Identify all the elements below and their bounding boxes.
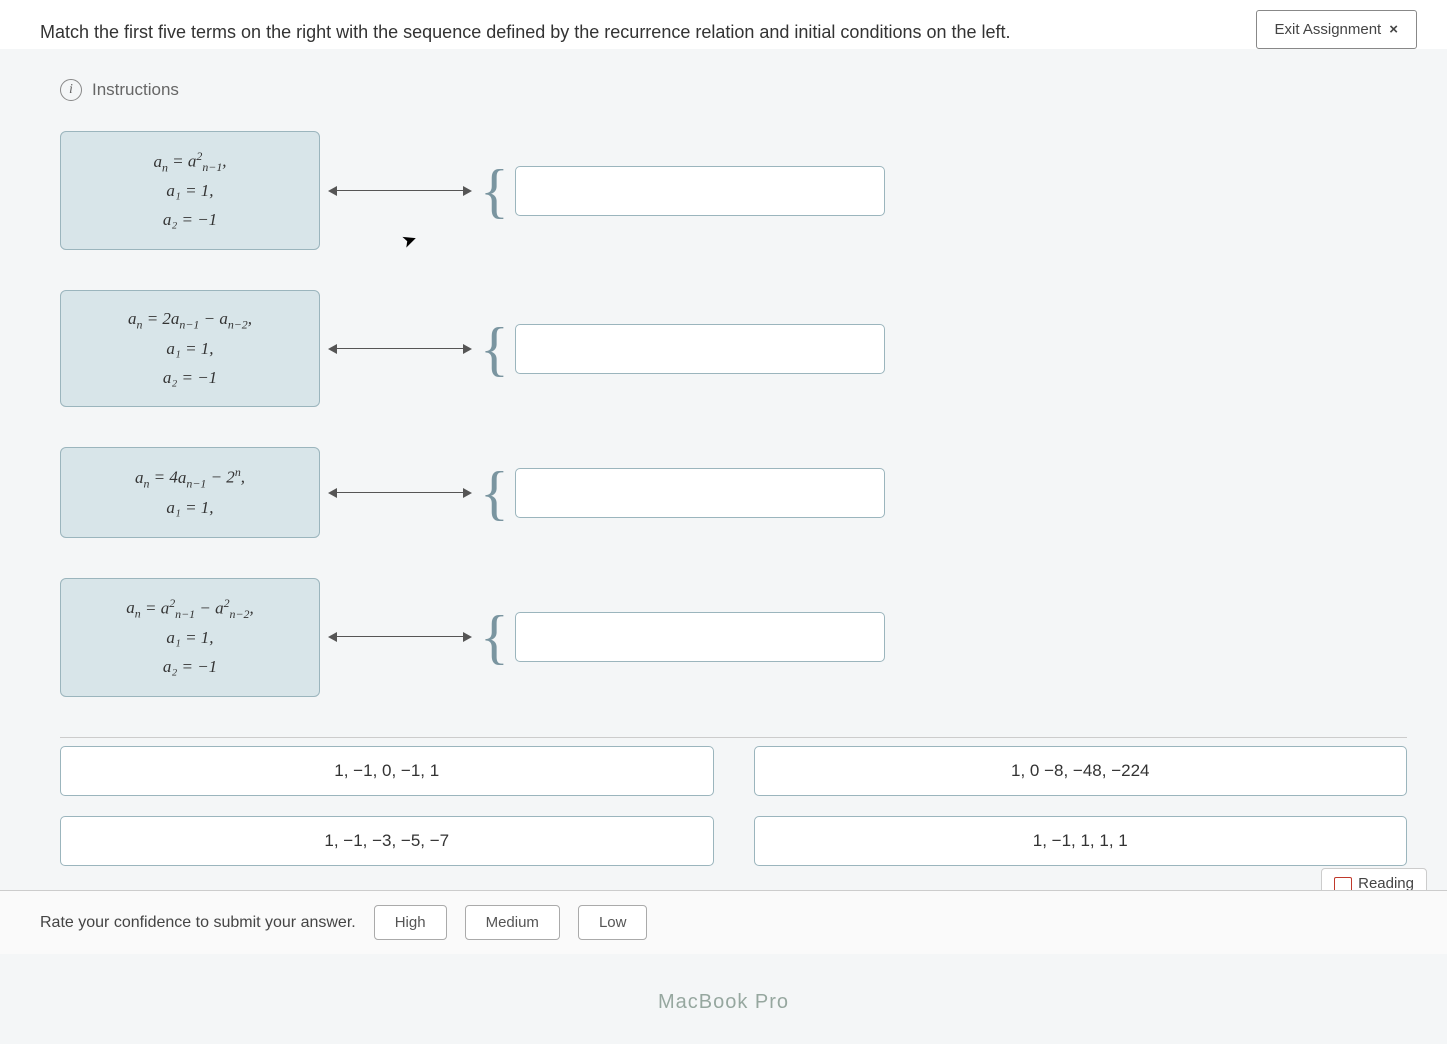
recurrence-box-3[interactable]: an = 4an−1 − 2n, a₁ = 1, — [60, 447, 320, 537]
recurrence-line: a₁ = 1, — [71, 177, 309, 206]
book-icon — [1334, 877, 1352, 891]
recurrence-line: an = a2n−1 − a2n−2, — [71, 593, 309, 624]
confidence-high-button[interactable]: High — [374, 905, 447, 940]
drop-target-4[interactable] — [515, 612, 885, 662]
drop-target-3[interactable] — [515, 468, 885, 518]
answer-chip-4[interactable]: 1, −1, 1, 1, 1 — [754, 816, 1408, 866]
exit-assignment-button[interactable]: Exit Assignment × — [1256, 10, 1417, 49]
brace-icon: { — [480, 622, 509, 652]
match-row-1: an = a2n−1, a₁ = 1, a₂ = −1 { — [60, 131, 1407, 250]
recurrence-box-4[interactable]: an = a2n−1 − a2n−2, a₁ = 1, a₂ = −1 — [60, 578, 320, 697]
drop-target-2[interactable] — [515, 324, 885, 374]
top-bar: Match the first five terms on the right … — [0, 0, 1447, 49]
confidence-bar: Rate your confidence to submit your answ… — [0, 890, 1447, 954]
connector-line — [330, 492, 470, 494]
connector-line — [330, 348, 470, 350]
macbook-label: MacBook Pro — [658, 991, 789, 1014]
instructions-row[interactable]: i Instructions — [60, 79, 1407, 101]
confidence-prompt: Rate your confidence to submit your answ… — [40, 914, 356, 932]
recurrence-line: a₂ = −1 — [71, 206, 309, 235]
match-area: an = a2n−1, a₁ = 1, a₂ = −1 { an = 2an−1… — [60, 131, 1407, 697]
answer-chip-1[interactable]: 1, −1, 0, −1, 1 — [60, 746, 714, 796]
connector-line — [330, 636, 470, 638]
close-icon: × — [1389, 21, 1398, 38]
recurrence-line: an = 2an−1 − an−2, — [71, 305, 309, 335]
instructions-label: Instructions — [92, 80, 179, 100]
brace-icon: { — [480, 478, 509, 508]
brace-icon: { — [480, 176, 509, 206]
question-text: Match the first five terms on the right … — [40, 10, 1011, 43]
recurrence-line: a₂ = −1 — [71, 653, 309, 682]
drop-target-1[interactable] — [515, 166, 885, 216]
recurrence-line: an = a2n−1, — [71, 146, 309, 177]
confidence-low-button[interactable]: Low — [578, 905, 648, 940]
connector-line — [330, 190, 470, 192]
brace-icon: { — [480, 334, 509, 364]
info-icon: i — [60, 79, 82, 101]
match-row-3: an = 4an−1 − 2n, a₁ = 1, { — [60, 447, 1407, 537]
recurrence-box-2[interactable]: an = 2an−1 − an−2, a₁ = 1, a₂ = −1 — [60, 290, 320, 407]
recurrence-line: an = 4an−1 − 2n, — [71, 462, 309, 493]
recurrence-line: a₁ = 1, — [71, 624, 309, 653]
recurrence-box-1[interactable]: an = a2n−1, a₁ = 1, a₂ = −1 — [60, 131, 320, 250]
recurrence-line: a₁ = 1, — [71, 335, 309, 364]
answer-bank: 1, −1, 0, −1, 1 1, 0 −8, −48, −224 1, −1… — [60, 737, 1407, 866]
answer-chip-2[interactable]: 1, 0 −8, −48, −224 — [754, 746, 1408, 796]
recurrence-line: a₂ = −1 — [71, 364, 309, 393]
match-row-4: an = a2n−1 − a2n−2, a₁ = 1, a₂ = −1 { — [60, 578, 1407, 697]
recurrence-line: a₁ = 1, — [71, 494, 309, 523]
match-row-2: an = 2an−1 − an−2, a₁ = 1, a₂ = −1 { — [60, 290, 1407, 407]
exit-label: Exit Assignment — [1275, 21, 1382, 38]
confidence-medium-button[interactable]: Medium — [465, 905, 560, 940]
content-area: i Instructions an = a2n−1, a₁ = 1, a₂ = … — [0, 79, 1447, 866]
answer-chip-3[interactable]: 1, −1, −3, −5, −7 — [60, 816, 714, 866]
